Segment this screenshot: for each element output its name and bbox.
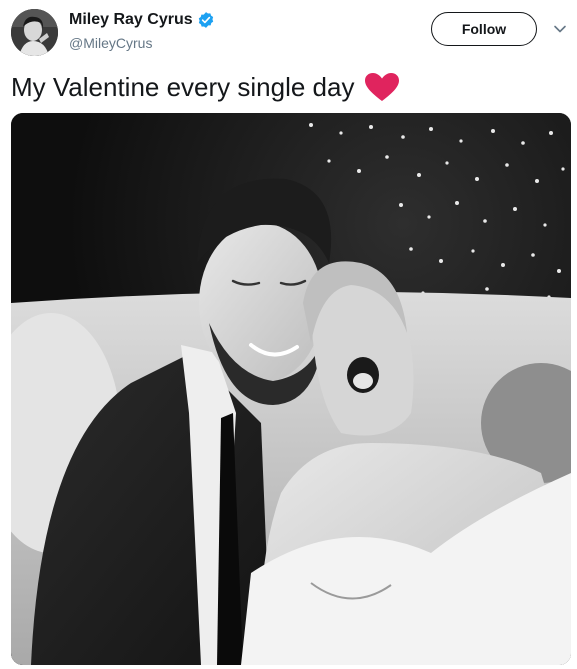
chevron-down-icon[interactable] [553, 22, 567, 36]
couple-photo-image [11, 113, 571, 665]
heart-icon [364, 72, 400, 102]
tweet-photo[interactable] [11, 113, 571, 665]
tweet-text: My Valentine every single day [11, 70, 400, 104]
avatar-image [11, 9, 58, 56]
author-row: Miley Ray Cyrus [69, 9, 215, 31]
avatar[interactable] [11, 9, 58, 56]
tweet-card: Miley Ray Cyrus @MileyCyrus Follow My Va… [0, 0, 577, 669]
follow-button[interactable]: Follow [431, 12, 537, 46]
display-name[interactable]: Miley Ray Cyrus [69, 11, 193, 29]
tweet-text-content: My Valentine every single day [11, 71, 355, 102]
verified-badge-icon [197, 11, 215, 29]
author-handle[interactable]: @MileyCyrus [69, 35, 152, 51]
